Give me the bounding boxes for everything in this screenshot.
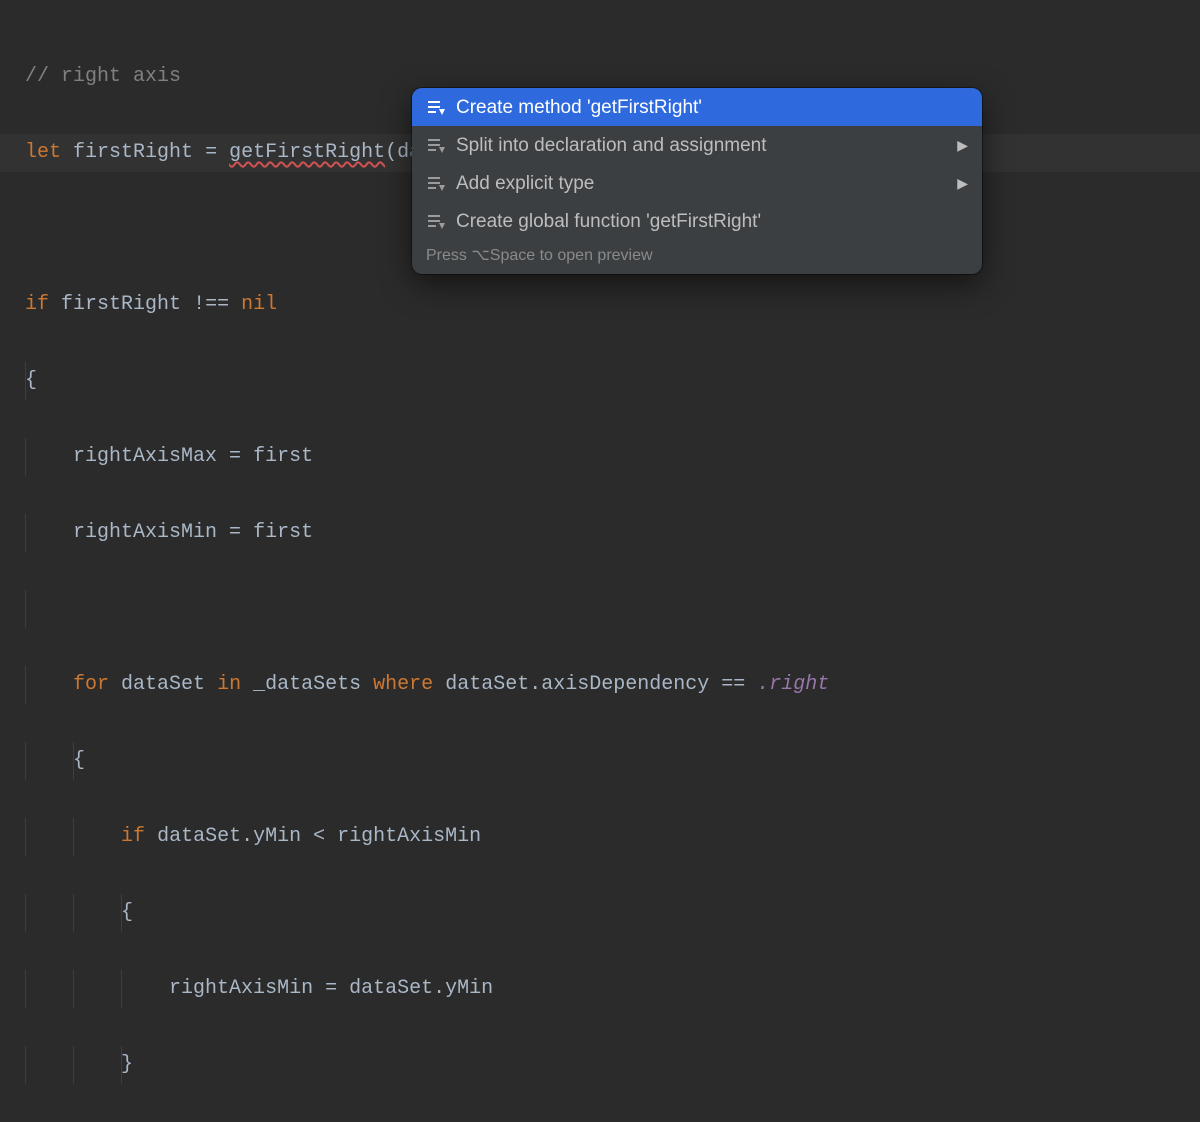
intention-edit-icon	[426, 135, 446, 155]
intention-popup[interactable]: Create method 'getFirstRight' Split into…	[412, 88, 982, 274]
fn-getFirstRight-error[interactable]: getFirstRight	[229, 141, 385, 164]
enum-right: .right	[757, 673, 829, 696]
intention-item-label: Create global function 'getFirstRight'	[456, 212, 761, 231]
intention-item-label: Add explicit type	[456, 174, 594, 193]
kw-let: let	[25, 141, 61, 164]
intention-hint: Press ⌥Space to open preview	[412, 240, 982, 274]
intention-edit-icon	[426, 211, 446, 231]
code-comment: // right axis	[25, 65, 181, 88]
intention-bulb-icon	[426, 97, 446, 117]
intention-item-split-declaration[interactable]: Split into declaration and assignment ▶	[412, 126, 982, 164]
intention-item-create-method[interactable]: Create method 'getFirstRight'	[412, 88, 982, 126]
chevron-right-icon: ▶	[957, 138, 968, 152]
kw-for: for	[73, 673, 109, 696]
intention-item-label: Create method 'getFirstRight'	[456, 98, 702, 117]
kw-in: in	[217, 673, 241, 696]
intention-edit-icon	[426, 173, 446, 193]
kw-if: if	[25, 293, 49, 316]
intention-item-label: Split into declaration and assignment	[456, 136, 767, 155]
var-firstRight: firstRight	[73, 141, 193, 164]
intention-item-create-global-function[interactable]: Create global function 'getFirstRight'	[412, 202, 982, 240]
chevron-right-icon: ▶	[957, 176, 968, 190]
intention-item-add-explicit-type[interactable]: Add explicit type ▶	[412, 164, 982, 202]
kw-nil: nil	[241, 293, 277, 316]
kw-where: where	[373, 673, 433, 696]
